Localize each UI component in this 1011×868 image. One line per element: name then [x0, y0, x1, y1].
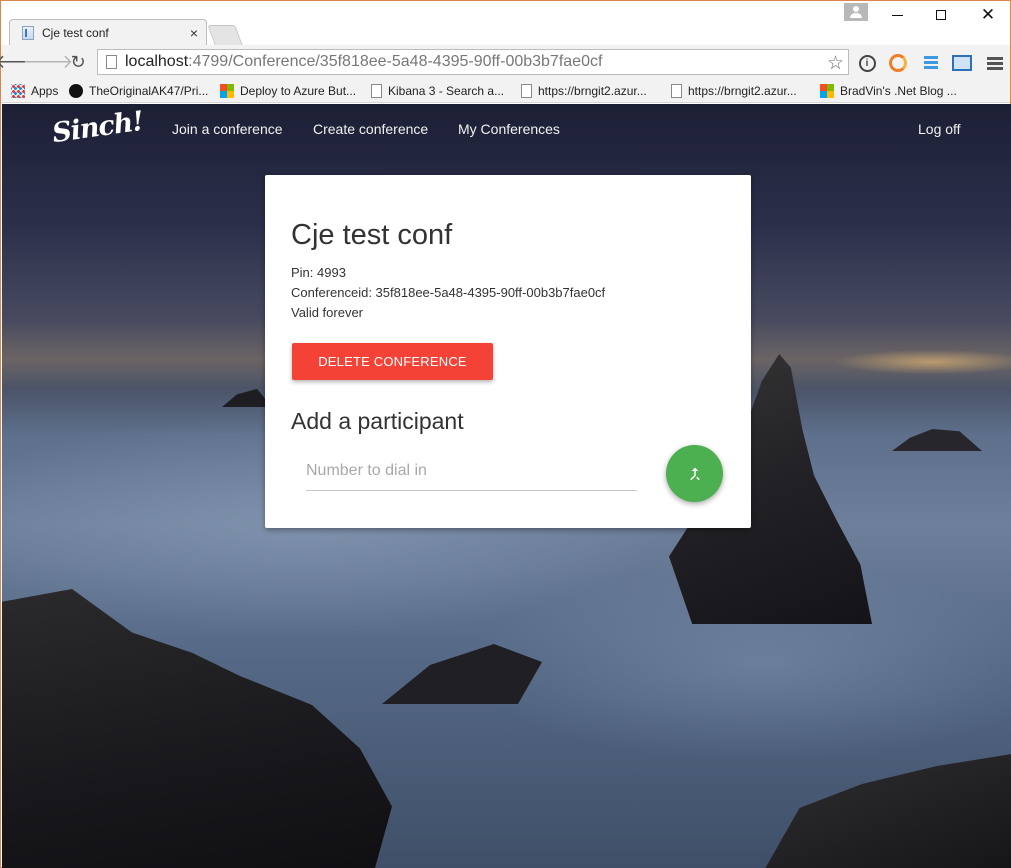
conference-pin: Pin: 4993	[291, 265, 346, 280]
bookmark-github[interactable]: TheOriginalAK47/Pri...	[69, 82, 208, 100]
bookmark-brngit-1[interactable]: https://brngit2.azur...	[521, 82, 647, 100]
nav-join-conference[interactable]: Join a conference	[172, 121, 283, 137]
new-tab-button[interactable]	[207, 25, 243, 45]
forward-arrow-icon[interactable]: 🡒	[23, 52, 74, 73]
page-icon	[521, 84, 532, 98]
bookmark-label: Apps	[31, 84, 59, 98]
sinch-logo[interactable]: Sinch!	[50, 106, 145, 149]
reload-icon[interactable]: ↻	[67, 52, 89, 72]
page-icon	[671, 84, 682, 98]
add-participant-heading: Add a participant	[291, 408, 464, 434]
browser-tab[interactable]: Cje test conf ×	[9, 19, 207, 46]
bookmark-brngit-2[interactable]: https://brngit2.azur...	[671, 82, 797, 100]
maximize-button[interactable]	[926, 5, 956, 25]
github-icon	[69, 84, 83, 98]
close-window-button[interactable]: ✕	[973, 5, 1003, 25]
url-host: localhost	[125, 53, 189, 70]
extension-layers-icon[interactable]	[921, 53, 941, 73]
bookmarks-bar: Apps TheOriginalAK47/Pri... Deploy to Az…	[1, 79, 1010, 103]
address-bar[interactable]: localhost:4799/Conference/35f818ee-5a48-…	[97, 49, 849, 75]
bookmark-apps[interactable]: Apps	[11, 82, 58, 100]
bookmark-star-icon[interactable]: ☆	[827, 52, 844, 75]
apps-grid-icon	[11, 84, 25, 98]
tab-title: Cje test conf	[42, 26, 109, 40]
site-navbar: Sinch! Join a conference Create conferen…	[2, 104, 1011, 156]
conference-validity: Valid forever	[291, 305, 364, 320]
dial-number-input[interactable]	[306, 451, 637, 491]
call-merge-icon	[689, 467, 700, 480]
bookmark-label: TheOriginalAK47/Pri...	[89, 84, 209, 98]
browser-titlebar: Cje test conf × ✕	[1, 1, 1010, 46]
profile-icon[interactable]	[844, 3, 868, 21]
bookmark-bradvin[interactable]: BradVin's .Net Blog ...	[820, 82, 957, 100]
log-off-link[interactable]: Log off	[918, 121, 961, 137]
conference-card: Cje test conf Pin: 4993 Conferenceid: 35…	[265, 175, 751, 528]
tab-close-icon[interactable]: ×	[190, 26, 198, 40]
extension-orange-ring-icon[interactable]	[888, 53, 908, 73]
page-content: Sinch! Join a conference Create conferen…	[2, 104, 1011, 868]
microsoft-icon	[820, 84, 834, 98]
bookmark-deploy-azure[interactable]: Deploy to Azure But...	[220, 82, 356, 100]
page-icon	[371, 84, 382, 98]
delete-conference-button[interactable]: Delete conference	[292, 343, 493, 380]
nav-create-conference[interactable]: Create conference	[313, 121, 428, 137]
bookmark-label: Deploy to Azure But...	[240, 84, 357, 98]
browser-toolbar: 🡐 🡒 ↻ localhost:4799/Conference/35f818ee…	[0, 45, 1010, 79]
bookmark-kibana[interactable]: Kibana 3 - Search a...	[371, 82, 504, 100]
conference-title: Cje test conf	[291, 219, 453, 251]
browser-menu-icon[interactable]	[985, 53, 1005, 73]
bookmark-label: Kibana 3 - Search a...	[388, 84, 505, 98]
minimize-button[interactable]	[882, 5, 912, 25]
page-icon	[106, 55, 117, 69]
bookmark-label: https://brngit2.azur...	[538, 84, 647, 98]
dial-button[interactable]	[666, 445, 723, 502]
bookmark-label: BradVin's .Net Blog ...	[840, 84, 957, 98]
conference-id: Conferenceid: 35f818ee-5a48-4395-90ff-00…	[291, 285, 606, 300]
url-path: :4799/Conference/35f818ee-5a48-4395-90ff…	[188, 53, 603, 70]
extension-info-icon[interactable]: i	[857, 53, 877, 73]
bookmark-label: https://brngit2.azur...	[688, 84, 797, 98]
url-text[interactable]: localhost:4799/Conference/35f818ee-5a48-…	[125, 53, 602, 71]
extension-screen-icon[interactable]	[952, 53, 972, 73]
page-favicon-icon	[22, 26, 34, 40]
microsoft-icon	[220, 84, 234, 98]
browser-window: Cje test conf × ✕ 🡐 🡒 ↻ localhost:4799/C…	[0, 0, 1011, 868]
nav-my-conferences[interactable]: My Conferences	[458, 121, 560, 137]
